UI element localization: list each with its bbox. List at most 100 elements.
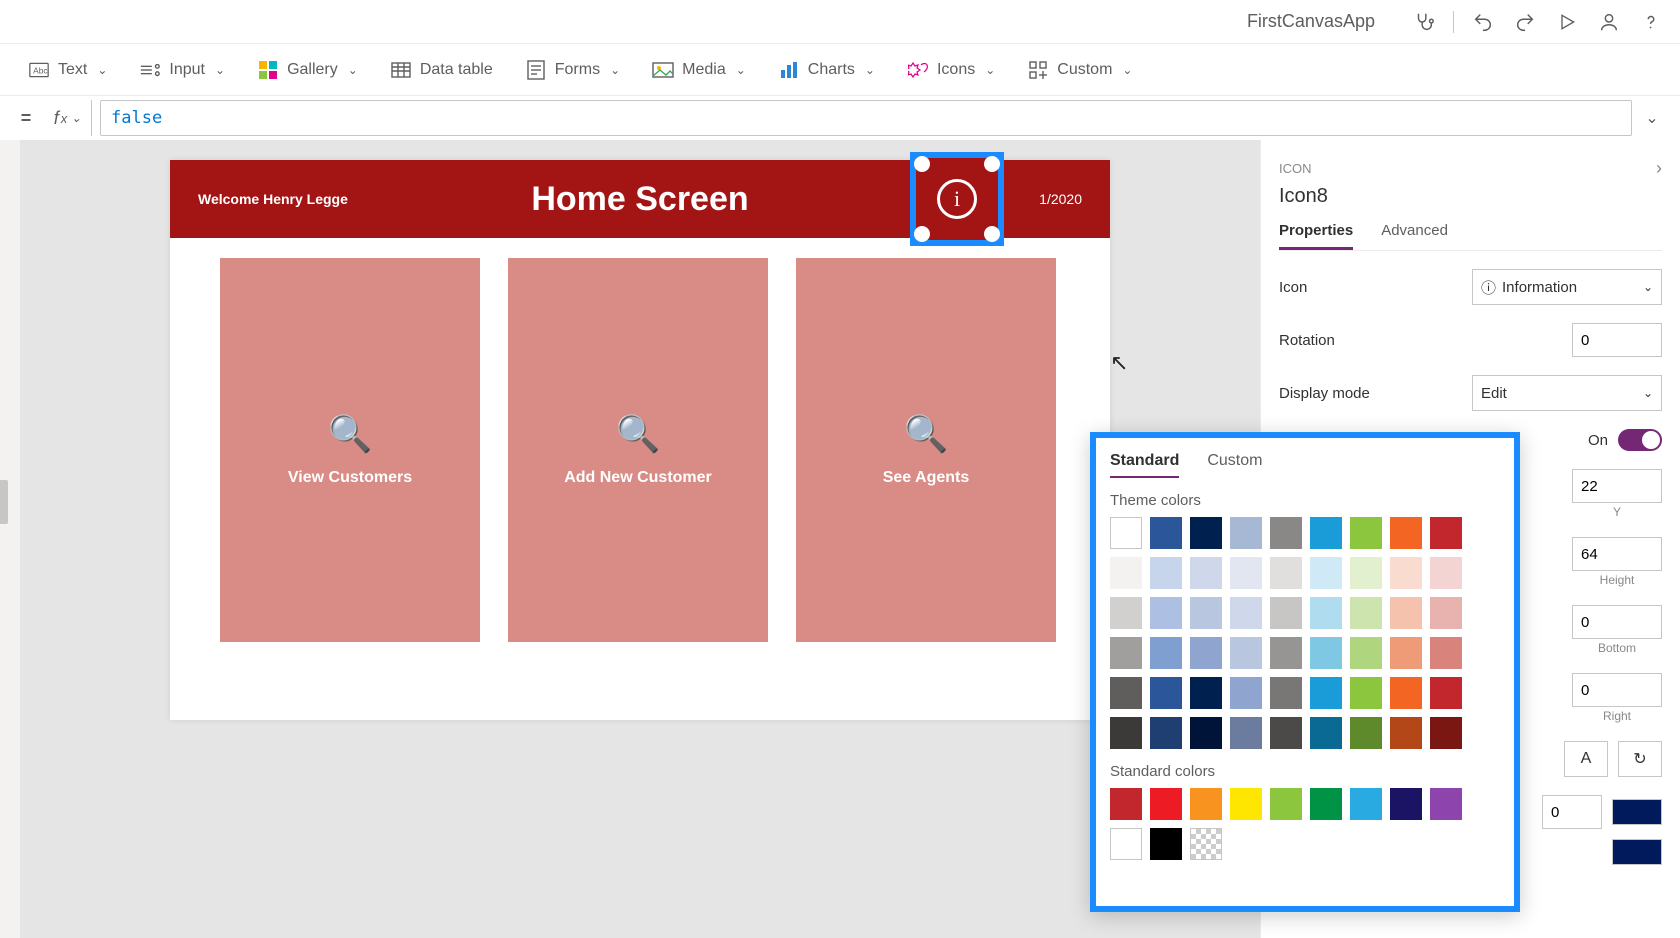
ribbon-text[interactable]: Abc Text⌄ xyxy=(28,61,107,79)
color-swatch[interactable] xyxy=(1190,717,1222,749)
color-swatch[interactable] xyxy=(1150,677,1182,709)
color-swatch[interactable] xyxy=(1430,637,1462,669)
color-swatch[interactable] xyxy=(1110,717,1142,749)
color-swatch[interactable] xyxy=(1110,557,1142,589)
canvas-area[interactable]: Welcome Henry Legge Home Screen 1/2020 i… xyxy=(20,140,1260,938)
color-swatch[interactable] xyxy=(1310,597,1342,629)
color-swatch-button[interactable] xyxy=(1612,799,1662,825)
color-swatch[interactable] xyxy=(1190,597,1222,629)
color-swatch-button[interactable] xyxy=(1612,839,1662,865)
color-swatch[interactable] xyxy=(1350,517,1382,549)
color-swatch[interactable] xyxy=(1350,788,1382,820)
color-swatch[interactable] xyxy=(1150,828,1182,860)
color-swatch[interactable] xyxy=(1310,557,1342,589)
card-see-agents[interactable]: 🔍 See Agents xyxy=(796,258,1056,642)
prop-displaymode-dropdown[interactable]: Edit ⌄ xyxy=(1472,375,1662,411)
prop-y-input[interactable] xyxy=(1572,469,1662,503)
color-swatch[interactable] xyxy=(1110,517,1142,549)
color-swatch[interactable] xyxy=(1190,557,1222,589)
undo-icon[interactable] xyxy=(1470,9,1496,35)
color-swatch[interactable] xyxy=(1430,557,1462,589)
color-swatch[interactable] xyxy=(1390,517,1422,549)
color-swatch[interactable] xyxy=(1150,637,1182,669)
color-swatch[interactable] xyxy=(1390,788,1422,820)
color-swatch[interactable] xyxy=(1390,637,1422,669)
color-swatch[interactable] xyxy=(1310,677,1342,709)
color-swatch[interactable] xyxy=(1270,788,1302,820)
color-swatch[interactable] xyxy=(1310,517,1342,549)
prop-icon-dropdown[interactable]: ⓘInformation ⌄ xyxy=(1472,269,1662,305)
color-swatch[interactable] xyxy=(1270,557,1302,589)
color-swatch[interactable] xyxy=(1350,637,1382,669)
panel-handle[interactable] xyxy=(0,480,8,524)
color-swatch[interactable] xyxy=(1430,517,1462,549)
color-swatch[interactable] xyxy=(1350,557,1382,589)
color-swatch[interactable] xyxy=(1350,717,1382,749)
tab-advanced[interactable]: Advanced xyxy=(1381,222,1448,250)
color-swatch[interactable] xyxy=(1430,717,1462,749)
person-icon[interactable] xyxy=(1596,9,1622,35)
color-swatch[interactable] xyxy=(1270,517,1302,549)
color-swatch[interactable] xyxy=(1270,717,1302,749)
ribbon-gallery[interactable]: Gallery⌄ xyxy=(257,61,358,79)
card-view-customers[interactable]: 🔍 View Customers xyxy=(220,258,480,642)
color-swatch[interactable] xyxy=(1310,637,1342,669)
selected-info-icon[interactable]: i xyxy=(910,152,1004,246)
ribbon-input[interactable]: Input⌄ xyxy=(139,61,225,79)
color-swatch[interactable] xyxy=(1190,788,1222,820)
color-swatch[interactable] xyxy=(1270,637,1302,669)
ribbon-forms[interactable]: Forms⌄ xyxy=(525,61,620,79)
ribbon-charts[interactable]: Charts⌄ xyxy=(778,61,875,79)
prop-bottom-input[interactable] xyxy=(1572,605,1662,639)
visible-toggle[interactable] xyxy=(1618,429,1662,451)
color-swatch[interactable] xyxy=(1390,677,1422,709)
prop-height-input[interactable] xyxy=(1572,537,1662,571)
color-swatch[interactable] xyxy=(1150,788,1182,820)
ribbon-icons[interactable]: Icons⌄ xyxy=(907,61,995,79)
color-swatch[interactable] xyxy=(1150,597,1182,629)
color-swatch[interactable] xyxy=(1230,557,1262,589)
color-swatch[interactable] xyxy=(1230,637,1262,669)
color-swatch[interactable] xyxy=(1270,597,1302,629)
color-swatch[interactable] xyxy=(1390,557,1422,589)
color-swatch[interactable] xyxy=(1430,788,1462,820)
color-swatch[interactable] xyxy=(1150,717,1182,749)
color-swatch[interactable] xyxy=(1230,677,1262,709)
color-swatch[interactable] xyxy=(1350,677,1382,709)
color-swatch[interactable] xyxy=(1190,828,1222,860)
rotate-button[interactable]: ↻ xyxy=(1618,741,1662,777)
color-swatch[interactable] xyxy=(1110,637,1142,669)
resize-handle[interactable] xyxy=(914,226,930,242)
chevron-right-icon[interactable]: › xyxy=(1656,158,1662,179)
app-frame[interactable]: Welcome Henry Legge Home Screen 1/2020 i… xyxy=(170,160,1110,720)
resize-handle[interactable] xyxy=(984,226,1000,242)
color-swatch[interactable] xyxy=(1390,597,1422,629)
color-swatch[interactable] xyxy=(1230,517,1262,549)
ribbon-media[interactable]: Media⌄ xyxy=(652,61,746,79)
resize-handle[interactable] xyxy=(914,156,930,172)
redo-icon[interactable] xyxy=(1512,9,1538,35)
colortab-custom[interactable]: Custom xyxy=(1207,452,1262,478)
color-index-input[interactable] xyxy=(1542,795,1602,829)
color-swatch[interactable] xyxy=(1390,717,1422,749)
colortab-standard[interactable]: Standard xyxy=(1110,452,1179,478)
formula-input[interactable] xyxy=(100,100,1632,136)
color-swatch[interactable] xyxy=(1430,677,1462,709)
color-swatch[interactable] xyxy=(1190,517,1222,549)
font-color-button[interactable]: A xyxy=(1564,741,1608,777)
ribbon-custom[interactable]: Custom⌄ xyxy=(1027,61,1132,79)
fx-button[interactable]: fx⌄ xyxy=(44,100,92,136)
prop-right-input[interactable] xyxy=(1572,673,1662,707)
color-swatch[interactable] xyxy=(1270,677,1302,709)
resize-handle[interactable] xyxy=(984,156,1000,172)
color-swatch[interactable] xyxy=(1310,717,1342,749)
ribbon-datatable[interactable]: Data table xyxy=(390,61,493,79)
color-swatch[interactable] xyxy=(1150,517,1182,549)
color-swatch[interactable] xyxy=(1110,788,1142,820)
tab-properties[interactable]: Properties xyxy=(1279,222,1353,250)
help-icon[interactable] xyxy=(1638,9,1664,35)
stethoscope-icon[interactable] xyxy=(1411,9,1437,35)
play-icon[interactable] xyxy=(1554,9,1580,35)
color-swatch[interactable] xyxy=(1230,788,1262,820)
color-swatch[interactable] xyxy=(1350,597,1382,629)
